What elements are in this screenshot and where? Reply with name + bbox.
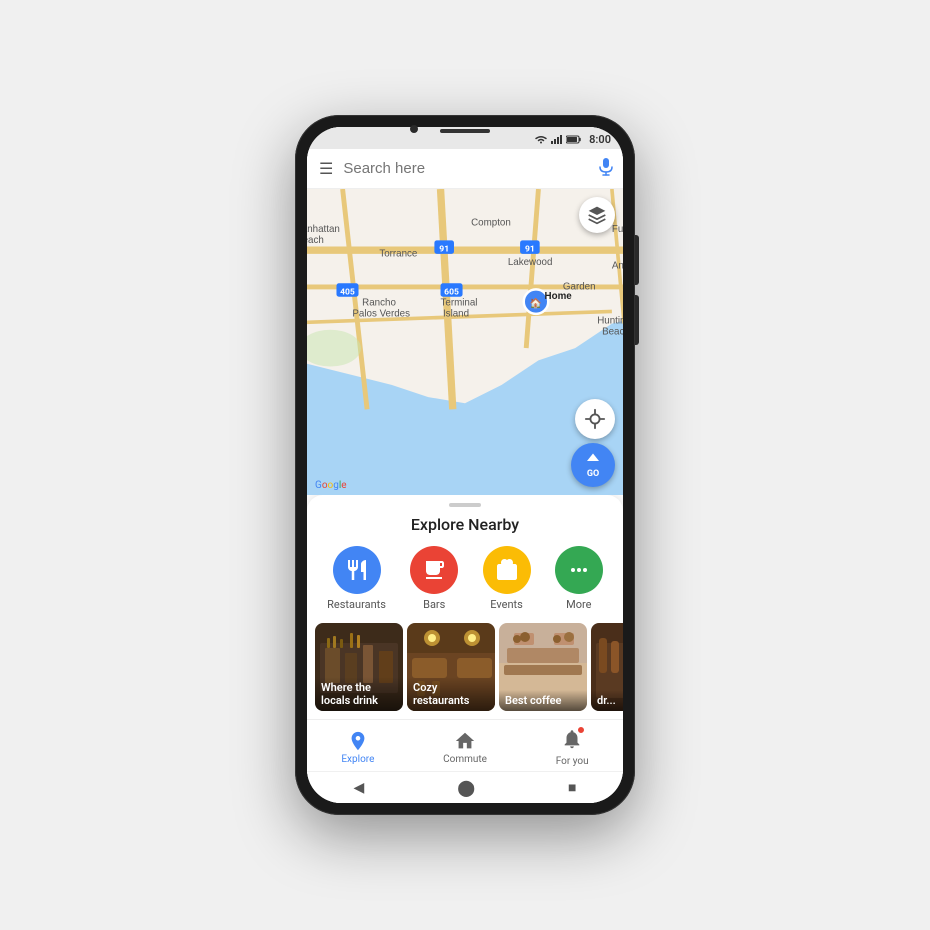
nav-explore[interactable]: Explore bbox=[341, 730, 374, 765]
phone-device: 8:00 ☰ bbox=[295, 115, 635, 815]
svg-text:Torrance: Torrance bbox=[379, 248, 417, 259]
more-icon bbox=[555, 546, 603, 594]
app-screen: 8:00 ☰ bbox=[307, 127, 623, 803]
android-nav: ◀ ⬤ ■ bbox=[307, 771, 623, 803]
go-label: GO bbox=[587, 470, 599, 479]
svg-text:Lakewood: Lakewood bbox=[508, 257, 553, 268]
more-label: More bbox=[566, 598, 591, 611]
card-coffee[interactable]: Best coffee bbox=[499, 623, 587, 711]
svg-text:Rancho: Rancho bbox=[362, 297, 396, 308]
svg-text:Ana...: Ana... bbox=[612, 261, 623, 272]
back-button[interactable]: ◀ bbox=[353, 780, 364, 796]
google-logo: Google bbox=[315, 480, 347, 491]
bottom-sheet: Explore Nearby Restaurants bbox=[307, 495, 623, 803]
svg-text:605: 605 bbox=[444, 287, 459, 297]
search-bar: ☰ bbox=[307, 149, 623, 189]
svg-text:405: 405 bbox=[340, 287, 355, 297]
for-you-nav-label: For you bbox=[556, 756, 589, 767]
phone-screen: 8:00 ☰ bbox=[307, 127, 623, 803]
battery-icon bbox=[566, 135, 582, 144]
card-locals[interactable]: Where the locals drink bbox=[315, 623, 403, 711]
bars-icon bbox=[410, 546, 458, 594]
volume-down-button bbox=[635, 295, 639, 345]
go-button[interactable]: GO bbox=[571, 443, 615, 487]
recents-button[interactable]: ■ bbox=[568, 779, 576, 796]
image-cards: Where the locals drink bbox=[307, 623, 623, 711]
category-more[interactable]: More bbox=[555, 546, 603, 611]
category-restaurants[interactable]: Restaurants bbox=[327, 546, 386, 611]
phone-camera bbox=[410, 125, 418, 133]
nav-commute[interactable]: Commute bbox=[443, 730, 487, 765]
card-drinks-label: dr... bbox=[591, 690, 623, 711]
card-drinks[interactable]: dr... bbox=[591, 623, 623, 711]
explore-nav-label: Explore bbox=[341, 754, 374, 765]
home-button[interactable]: ⬤ bbox=[457, 778, 475, 797]
restaurants-icon bbox=[333, 546, 381, 594]
svg-text:Compton: Compton bbox=[471, 218, 511, 229]
bottom-nav: Explore Commute bbox=[307, 719, 623, 771]
card-coffee-label: Best coffee bbox=[499, 690, 587, 711]
svg-text:🏠: 🏠 bbox=[530, 298, 542, 310]
svg-text:91: 91 bbox=[525, 244, 535, 254]
svg-text:Full...: Full... bbox=[612, 224, 623, 235]
svg-text:Palos Verdes: Palos Verdes bbox=[352, 308, 410, 319]
card-cozy-label: Cozy restaurants bbox=[407, 677, 495, 711]
wifi-icon bbox=[534, 134, 548, 144]
svg-text:Manhattan: Manhattan bbox=[307, 224, 340, 235]
category-bars[interactable]: Bars bbox=[410, 546, 458, 611]
layers-button[interactable] bbox=[579, 197, 615, 233]
nav-for-you[interactable]: For you bbox=[556, 728, 589, 767]
events-label: Events bbox=[490, 598, 523, 611]
search-input[interactable] bbox=[343, 160, 591, 177]
map-area[interactable]: 91 91 405 605 Manhattan Beach Torrance C… bbox=[307, 189, 623, 495]
categories-row: Restaurants Bars bbox=[307, 546, 623, 611]
card-cozy[interactable]: Cozy restaurants bbox=[407, 623, 495, 711]
status-time: 8:00 bbox=[589, 133, 611, 146]
bars-label: Bars bbox=[423, 598, 445, 611]
svg-text:Beach: Beach bbox=[602, 327, 623, 338]
signal-icon bbox=[551, 134, 563, 144]
phone-speaker bbox=[440, 129, 490, 133]
category-events[interactable]: Events bbox=[483, 546, 531, 611]
map-view: 91 91 405 605 Manhattan Beach Torrance C… bbox=[307, 189, 623, 495]
restaurants-label: Restaurants bbox=[327, 598, 386, 611]
notification-badge bbox=[577, 726, 585, 734]
explore-title: Explore Nearby bbox=[307, 515, 623, 534]
svg-text:Island: Island bbox=[443, 308, 469, 319]
commute-nav-label: Commute bbox=[443, 754, 487, 765]
sheet-handle bbox=[449, 503, 481, 507]
card-locals-label: Where the locals drink bbox=[315, 677, 403, 711]
svg-text:Huntington: Huntington bbox=[597, 316, 623, 327]
menu-icon[interactable]: ☰ bbox=[317, 157, 335, 180]
explore-nav-icon bbox=[347, 730, 369, 752]
svg-text:Terminal: Terminal bbox=[441, 297, 478, 308]
volume-up-button bbox=[635, 235, 639, 285]
svg-text:Beach: Beach bbox=[307, 235, 324, 246]
svg-text:Home: Home bbox=[545, 291, 573, 302]
events-icon bbox=[483, 546, 531, 594]
status-icons: 8:00 bbox=[534, 133, 611, 146]
commute-nav-icon bbox=[454, 730, 476, 752]
svg-text:91: 91 bbox=[439, 244, 449, 254]
mic-icon[interactable] bbox=[599, 158, 613, 180]
location-button[interactable] bbox=[575, 399, 615, 439]
